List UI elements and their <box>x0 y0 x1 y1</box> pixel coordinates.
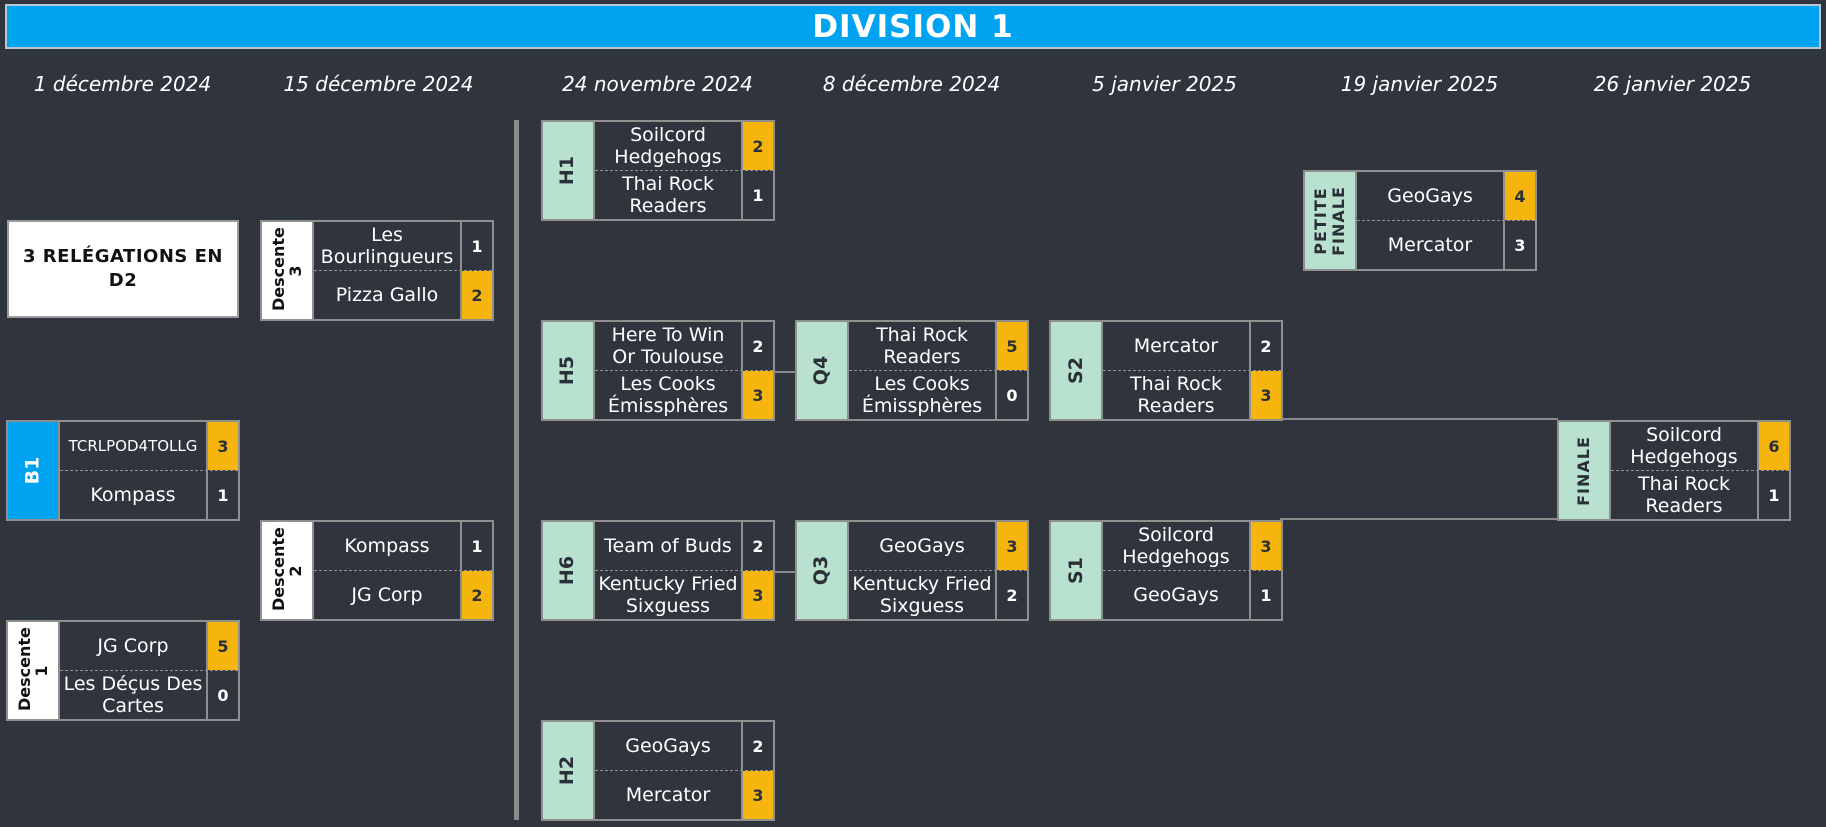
team-name: Here To Win Or Toulouse <box>611 324 725 368</box>
team-name: JG Corp <box>351 584 423 606</box>
score: 2 <box>741 122 773 170</box>
match-tag: H1 <box>543 122 595 219</box>
bracket-connector <box>773 371 796 373</box>
score: 2 <box>460 571 492 619</box>
team-name: Les Cooks Émissphères <box>607 373 729 417</box>
match-tag: Q3 <box>797 522 849 619</box>
match-tag: Descente 2 <box>262 522 314 619</box>
score: 5 <box>206 622 238 670</box>
team-name: Kentucky Fried Sixguess <box>598 573 738 617</box>
score: 1 <box>206 471 238 519</box>
score: 3 <box>995 522 1027 570</box>
team-name: Team of Buds <box>604 535 732 557</box>
match-tag: Descente 3 <box>262 222 314 319</box>
match-b1: B1 TCRLPOD4TOLLG 3 Kompass 1 <box>6 420 240 521</box>
score: 5 <box>995 322 1027 370</box>
division-title: DIVISION 1 <box>5 4 1821 49</box>
team-name: Kompass <box>90 484 176 506</box>
score: 1 <box>1249 571 1281 619</box>
team-name: Soilcord Hedgehogs <box>1122 524 1230 568</box>
match-tag: S2 <box>1051 322 1103 419</box>
bracket-connector <box>1280 518 1558 520</box>
team-name: Les Déçus Des Cartes <box>63 673 203 717</box>
date-label: 8 décembre 2024 <box>822 72 1001 96</box>
score: 3 <box>206 422 238 470</box>
match-tag: H6 <box>543 522 595 619</box>
match-h5: H5 Here To Win Or Toulouse 2 Les Cooks Ém… <box>541 320 775 421</box>
score: 2 <box>741 322 773 370</box>
match-tag: H2 <box>543 722 595 819</box>
team-name: Les Cooks Émissphères <box>861 373 983 417</box>
team-name: JG Corp <box>97 635 169 657</box>
team-name: Mercator <box>625 784 711 806</box>
bracket-divider <box>514 120 519 820</box>
relegation-note: 3 RELÉGATIONS EN D2 <box>7 220 239 318</box>
score: 2 <box>741 722 773 770</box>
date-label: 5 janvier 2025 <box>1092 72 1237 96</box>
score: 2 <box>460 271 492 319</box>
team-name: Pizza Gallo <box>335 284 439 306</box>
match-tag: Descente 1 <box>8 622 60 719</box>
score: 1 <box>460 222 492 270</box>
date-label: 15 décembre 2024 <box>283 72 474 96</box>
score: 3 <box>1249 522 1281 570</box>
match-descente-2: Descente 2 Kompass 1 JG Corp 2 <box>260 520 494 621</box>
team-name: GeoGays <box>1387 185 1473 207</box>
match-finale: FINALE Soilcord Hedgehogs 6 Thai Rock Rea… <box>1557 420 1791 521</box>
score: 6 <box>1757 422 1789 470</box>
score: 2 <box>1249 322 1281 370</box>
score: 2 <box>741 522 773 570</box>
score: 2 <box>995 571 1027 619</box>
match-h6: H6 Team of Buds 2 Kentucky Fried Sixguess… <box>541 520 775 621</box>
match-descente-3: Descente 3 Les Bourlingueurs 1 Pizza Gall… <box>260 220 494 321</box>
team-name: Thai Rock Readers <box>1129 373 1223 417</box>
score: 3 <box>1503 221 1535 269</box>
match-tag: FINALE <box>1559 422 1611 519</box>
date-label: 26 janvier 2025 <box>1593 72 1752 96</box>
team-name: TCRLPOD4TOLLG <box>68 437 198 455</box>
score: 3 <box>741 771 773 819</box>
date-label: 24 novembre 2024 <box>562 72 753 96</box>
team-name: Kompass <box>344 535 430 557</box>
score: 3 <box>741 571 773 619</box>
score: 1 <box>1757 471 1789 519</box>
bracket-connector <box>1280 418 1558 420</box>
team-name: GeoGays <box>1133 584 1219 606</box>
match-tag: PETITE FINALE <box>1305 172 1357 269</box>
team-name: Kentucky Fried Sixguess <box>852 573 992 617</box>
score: 1 <box>741 171 773 219</box>
score: 3 <box>1249 371 1281 419</box>
match-s1: S1 Soilcord Hedgehogs 3 GeoGays 1 <box>1049 520 1283 621</box>
team-name: Mercator <box>1387 234 1473 256</box>
team-name: GeoGays <box>625 735 711 757</box>
team-name: Soilcord Hedgehogs <box>614 124 722 168</box>
match-q4: Q4 Thai Rock Readers 5 Les Cooks Émissphè… <box>795 320 1029 421</box>
team-name: Mercator <box>1133 335 1219 357</box>
score: 0 <box>206 671 238 719</box>
score: 1 <box>460 522 492 570</box>
match-tag: S1 <box>1051 522 1103 619</box>
team-name: Thai Rock Readers <box>621 173 715 217</box>
match-tag: H5 <box>543 322 595 419</box>
date-label: 19 janvier 2025 <box>1340 72 1499 96</box>
match-petite-finale: PETITE FINALE GeoGays 4 Mercator 3 <box>1303 170 1537 271</box>
match-descente-1: Descente 1 JG Corp 5 Les Déçus Des Cartes… <box>6 620 240 721</box>
team-name: Thai Rock Readers <box>875 324 969 368</box>
match-h2: H2 GeoGays 2 Mercator 3 <box>541 720 775 821</box>
team-name: Thai Rock Readers <box>1637 473 1731 517</box>
match-s2: S2 Mercator 2 Thai Rock Readers 3 <box>1049 320 1283 421</box>
date-label: 1 décembre 2024 <box>33 72 212 96</box>
team-name: GeoGays <box>879 535 965 557</box>
match-q3: Q3 GeoGays 3 Kentucky Fried Sixguess 2 <box>795 520 1029 621</box>
team-name: Les Bourlingueurs <box>320 224 454 268</box>
score: 3 <box>741 371 773 419</box>
team-name: Soilcord Hedgehogs <box>1630 424 1738 468</box>
match-tag: Q4 <box>797 322 849 419</box>
score: 4 <box>1503 172 1535 220</box>
score: 0 <box>995 371 1027 419</box>
match-tag: B1 <box>8 422 60 519</box>
bracket-connector <box>773 571 796 573</box>
match-h1: H1 Soilcord Hedgehogs 2 Thai Rock Readers… <box>541 120 775 221</box>
